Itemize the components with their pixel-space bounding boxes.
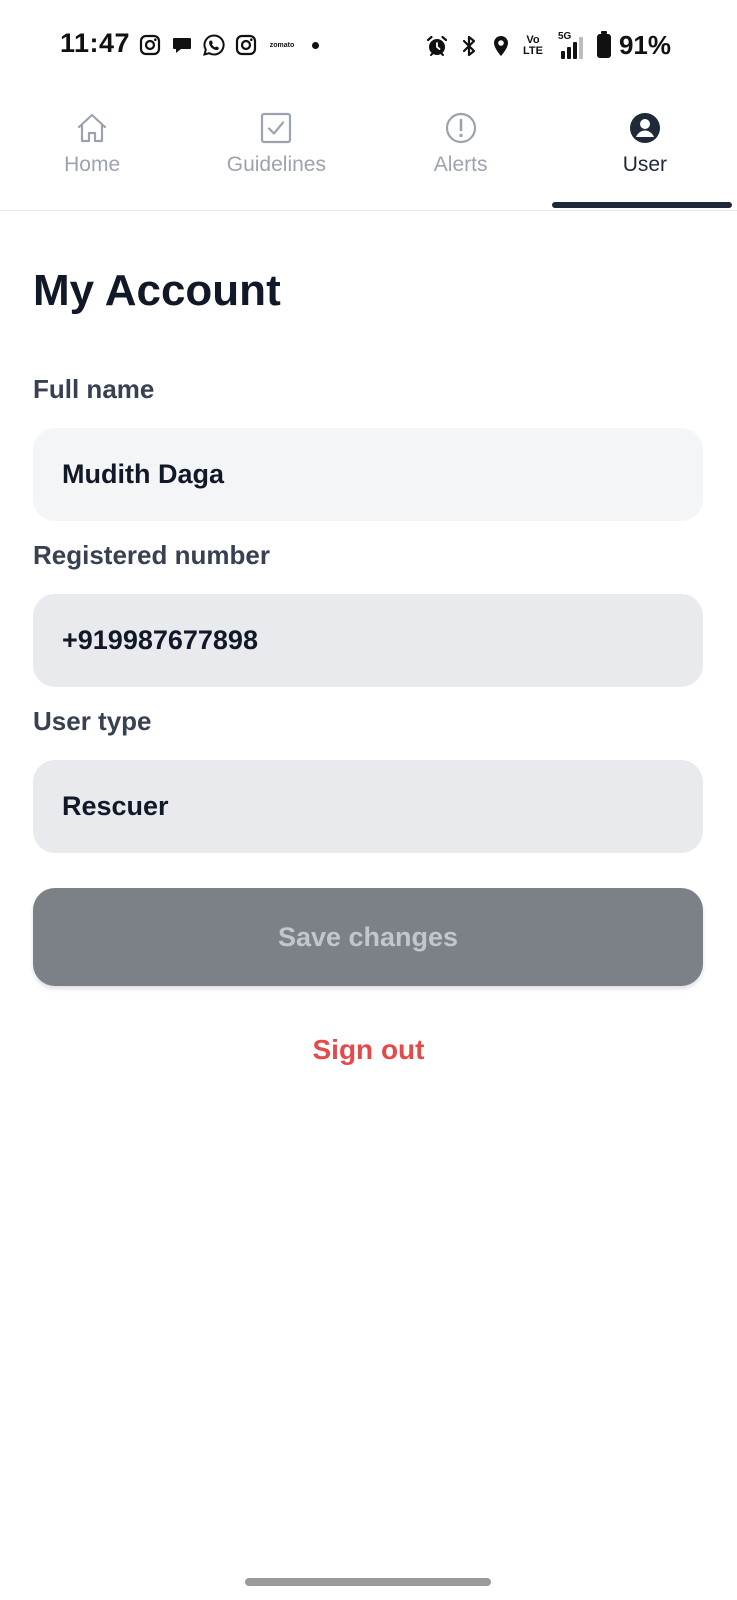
alert-circle-icon xyxy=(442,109,480,147)
registered-number-field: +919987677898 xyxy=(33,594,703,687)
status-time: 11:47 xyxy=(60,28,131,58)
user-type-label: User type xyxy=(33,706,152,736)
tab-label-user: User xyxy=(622,153,668,176)
page-title: My Account xyxy=(33,266,281,315)
whatsapp-icon xyxy=(202,33,226,57)
tab-guidelines[interactable]: Guidelines xyxy=(184,92,368,210)
registered-number-label: Registered number xyxy=(33,540,270,570)
system-icons: Vo LTE 5G 91% xyxy=(425,30,671,61)
status-bar: 11:47 zomato Vo LTE 5G 91% xyxy=(0,0,737,92)
checkbox-icon xyxy=(257,109,295,147)
tab-bar: Home Guidelines Alerts User xyxy=(0,92,737,211)
alarm-icon xyxy=(425,34,449,58)
tab-alerts[interactable]: Alerts xyxy=(369,92,553,210)
signal-5g-icon: 5G xyxy=(553,31,589,59)
chat-bubble-icon xyxy=(170,33,194,57)
battery-percent: 91% xyxy=(618,30,671,60)
active-tab-indicator xyxy=(552,202,732,208)
tab-label-alerts: Alerts xyxy=(433,153,488,176)
notification-icons: zomato xyxy=(138,33,319,57)
tab-label-guidelines: Guidelines xyxy=(226,153,326,176)
location-icon xyxy=(489,34,513,58)
volte-icon: Vo LTE xyxy=(522,33,543,57)
user-type-field: Rescuer xyxy=(33,760,703,853)
user-circle-icon xyxy=(626,109,664,147)
tab-home[interactable]: Home xyxy=(0,92,184,210)
full-name-field[interactable]: Mudith Daga xyxy=(33,428,703,521)
bluetooth-icon xyxy=(457,34,481,58)
instagram-icon xyxy=(234,33,258,57)
zomato-icon: zomato xyxy=(269,41,295,49)
instagram-icon xyxy=(138,33,162,57)
notification-dot xyxy=(312,41,319,49)
home-icon xyxy=(73,109,111,147)
tab-user[interactable]: User xyxy=(553,92,737,210)
save-changes-button[interactable]: Save changes xyxy=(33,888,703,986)
tab-label-home: Home xyxy=(64,153,121,176)
sign-out-button[interactable]: Sign out xyxy=(0,1034,737,1066)
home-gesture-bar[interactable] xyxy=(245,1578,491,1586)
battery-icon xyxy=(596,30,611,58)
full-name-label: Full name xyxy=(33,374,155,404)
